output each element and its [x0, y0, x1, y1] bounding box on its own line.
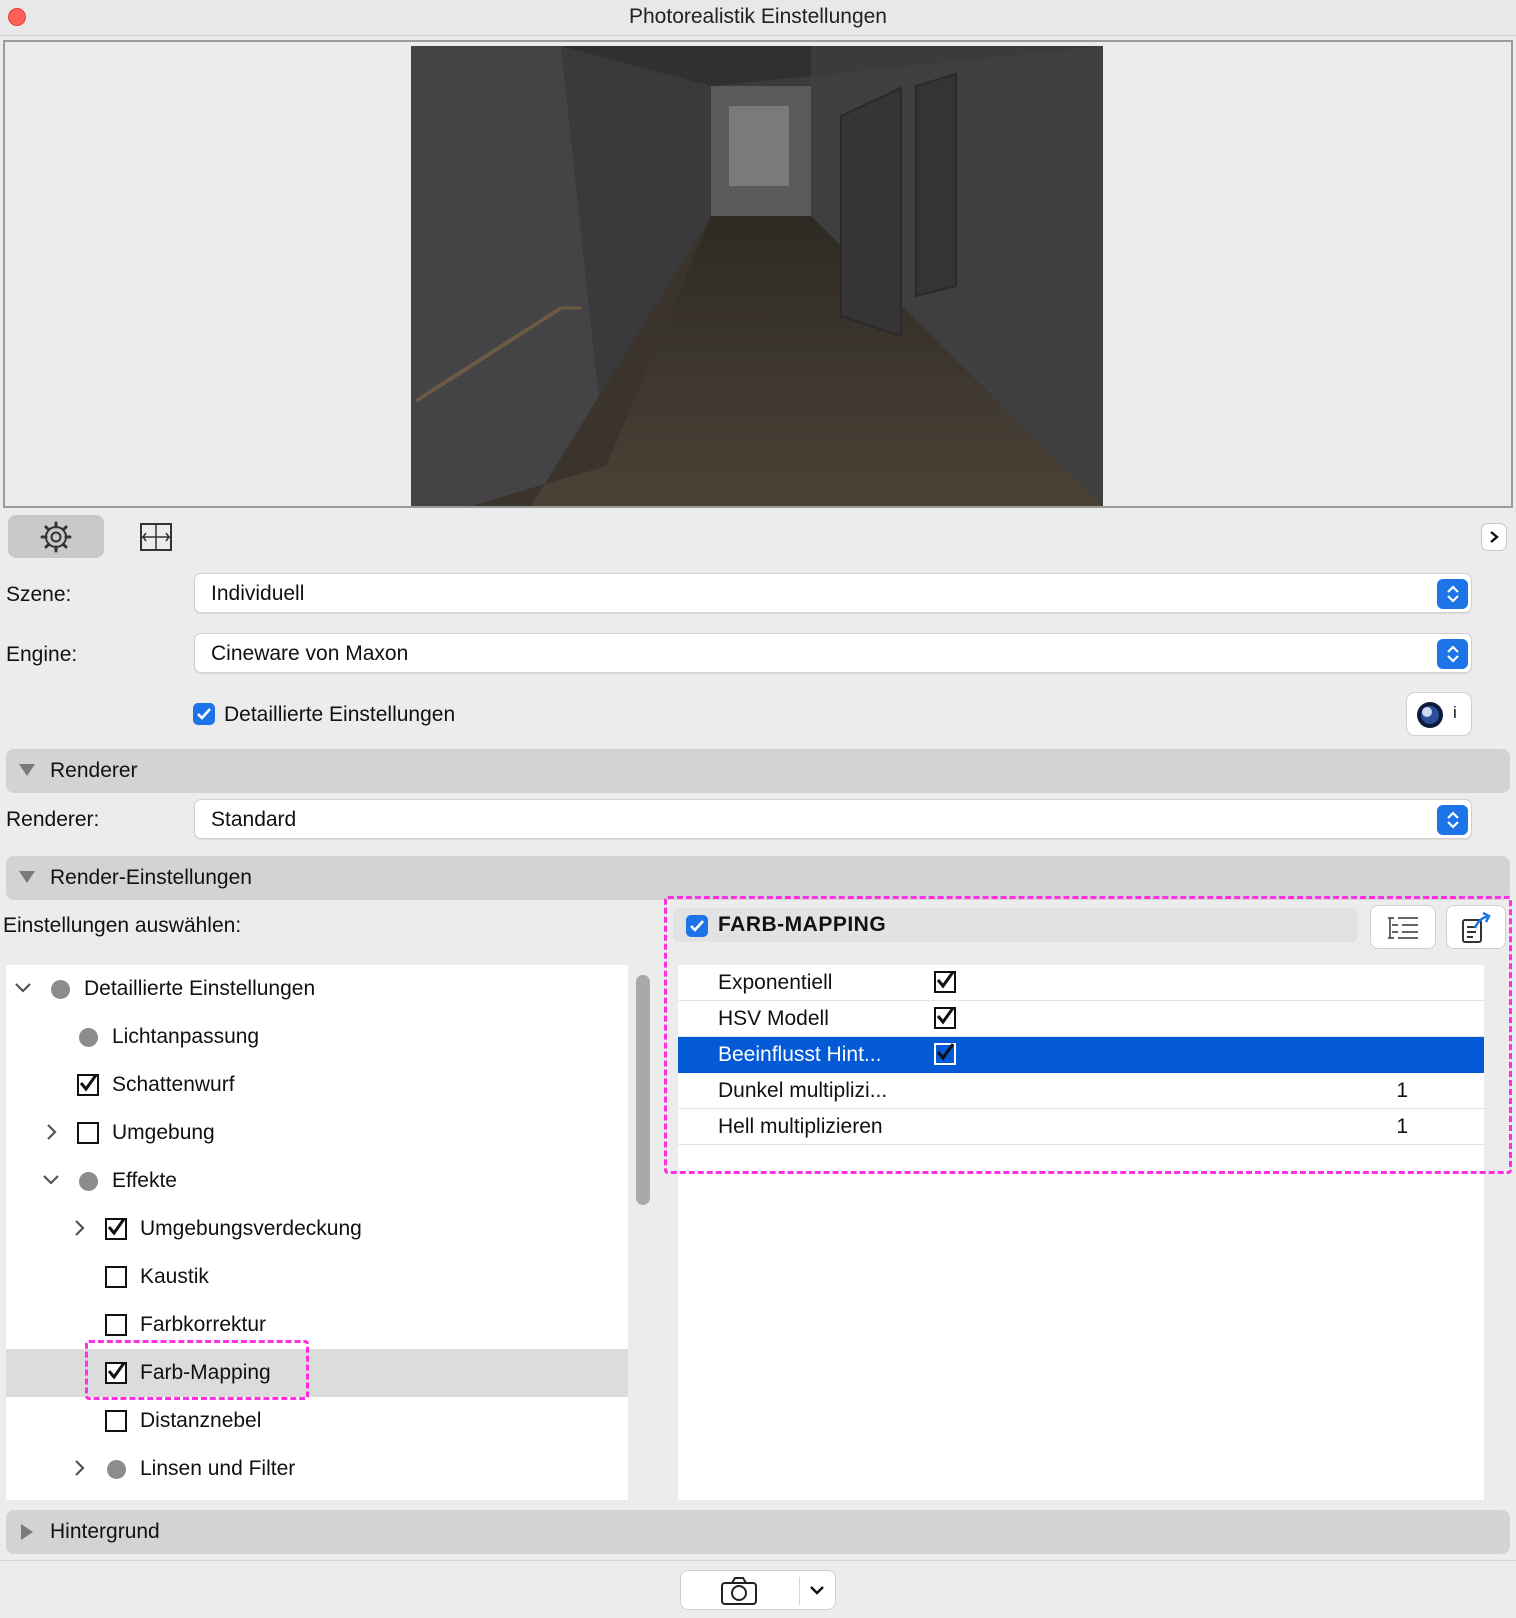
tree-item-label: Effekte [112, 1169, 177, 1192]
up-down-arrows-icon [1446, 585, 1459, 603]
szene-select[interactable]: Individuell [194, 573, 1472, 613]
status-dot-icon [79, 1028, 98, 1047]
tree-item-effekte[interactable]: Effekte [6, 1157, 628, 1205]
renderer-section-header[interactable]: Renderer [6, 749, 1510, 793]
checkmark-icon [79, 1074, 98, 1092]
tree-item-label: Umgebung [112, 1121, 215, 1144]
window-title: Photorealistik Einstellungen [629, 5, 887, 28]
engine-label: Engine: [6, 643, 78, 666]
tree-item-label: Detaillierte Einstellungen [84, 977, 316, 1000]
renderer-label: Renderer: [6, 808, 100, 831]
up-down-arrows-icon [1446, 645, 1459, 663]
status-dot-icon [79, 1172, 98, 1191]
chevron-right-icon [1490, 531, 1499, 543]
szene-stepper[interactable] [1437, 579, 1468, 609]
title-bar: Photorealistik Einstellungen [0, 0, 1516, 36]
camera-icon [721, 1577, 757, 1605]
umgebungsverdeckung-checkbox[interactable] [105, 1218, 127, 1240]
annotation-highlight-farb-mapping [85, 1340, 309, 1400]
render-settings-section-header[interactable]: Render-Einstellungen [6, 856, 1510, 900]
tree-item-kaustik[interactable]: Kaustik [6, 1253, 628, 1301]
chevron-down-icon[interactable] [14, 982, 32, 994]
settings-tab[interactable] [8, 515, 104, 558]
tree-item-linsen-und-filter[interactable]: Linsen und Filter [6, 1445, 628, 1493]
renderer-select[interactable]: Standard [194, 799, 1472, 839]
frame-icon [140, 522, 172, 551]
select-settings-label: Einstellungen auswählen: [3, 914, 242, 937]
background-section-header[interactable]: Hintergrund [6, 1510, 1510, 1554]
tree-item-label: Umgebungsverdeckung [140, 1217, 362, 1240]
render-settings-section-title: Render-Einstellungen [50, 866, 252, 889]
renderer-section-title: Renderer [50, 759, 138, 782]
tree-item-label: Lichtanpassung [112, 1025, 260, 1048]
size-tab[interactable] [108, 515, 204, 558]
checkmark-icon [107, 1218, 126, 1236]
engine-value: Cineware von Maxon [211, 642, 409, 665]
disclosure-open-icon [19, 764, 35, 776]
expand-panel-button[interactable] [1481, 523, 1507, 551]
cineware-info-button[interactable]: i [1406, 692, 1472, 736]
engine-select[interactable]: Cineware von Maxon [194, 633, 1472, 673]
szene-label: Szene: [6, 583, 72, 606]
disclosure-open-icon [19, 871, 35, 883]
render-preview-image [411, 46, 1103, 506]
tree-item-detaillierte-einstellungen[interactable]: Detaillierte Einstellungen [6, 965, 628, 1013]
umgebung-checkbox[interactable] [77, 1122, 99, 1144]
status-dot-icon [107, 1460, 126, 1479]
kaustik-checkbox[interactable] [105, 1266, 127, 1288]
detailed-settings-label: Detaillierte Einstellungen [224, 703, 456, 726]
info-label: i [1453, 703, 1457, 722]
tree-item-label: Linsen und Filter [140, 1457, 296, 1480]
farbkorrektur-checkbox[interactable] [105, 1314, 127, 1336]
tree-item-label: Distanznebel [140, 1409, 262, 1432]
render-snapshot-button[interactable] [680, 1570, 836, 1610]
schattenwurf-checkbox[interactable] [77, 1074, 99, 1096]
szene-value: Individuell [211, 582, 305, 605]
button-separator [799, 1577, 800, 1605]
tree-item-distanznebel[interactable]: Distanznebel [6, 1397, 628, 1445]
checkmark-icon [197, 708, 211, 720]
tree-item-umgebungsverdeckung[interactable]: Umgebungsverdeckung [6, 1205, 628, 1253]
renderer-stepper[interactable] [1437, 805, 1468, 835]
preview-area [3, 40, 1513, 508]
gear-icon [40, 521, 72, 552]
tree-scrollbar[interactable] [636, 975, 650, 1205]
tree-item-label: Kaustik [140, 1265, 209, 1288]
annotation-highlight-properties [664, 896, 1512, 1174]
chevron-down-icon[interactable] [42, 1174, 60, 1186]
tree-item-label: Schattenwurf [112, 1073, 235, 1096]
engine-stepper[interactable] [1437, 639, 1468, 669]
settings-tree: Detaillierte Einstellungen Lichtanpassun… [6, 965, 628, 1500]
status-dot-icon [51, 980, 70, 999]
background-section-title: Hintergrund [50, 1520, 160, 1543]
detailed-settings-checkbox[interactable] [193, 703, 215, 725]
chevron-down-icon[interactable] [809, 1585, 825, 1597]
tree-item-label: Farbkorrektur [140, 1313, 267, 1336]
chevron-right-icon[interactable] [46, 1123, 58, 1141]
disclosure-closed-icon [21, 1524, 33, 1540]
distanznebel-checkbox[interactable] [105, 1410, 127, 1432]
tree-item-schattenwurf[interactable]: Schattenwurf [6, 1061, 628, 1109]
cinema4d-logo-icon [1417, 702, 1443, 728]
renderer-value: Standard [211, 808, 297, 831]
up-down-arrows-icon [1446, 811, 1459, 829]
tree-item-lichtanpassung[interactable]: Lichtanpassung [6, 1013, 628, 1061]
tree-item-umgebung[interactable]: Umgebung [6, 1109, 628, 1157]
chevron-right-icon[interactable] [74, 1459, 86, 1477]
chevron-right-icon[interactable] [74, 1219, 86, 1237]
